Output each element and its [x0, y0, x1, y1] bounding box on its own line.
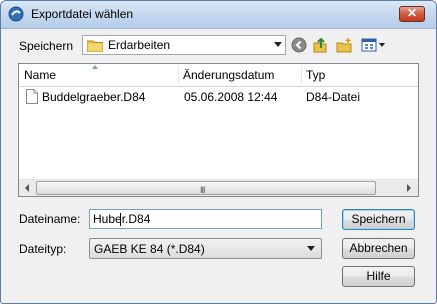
- lookin-value: Erdarbeiten: [108, 38, 171, 52]
- window-title: Exportdatei wählen: [31, 7, 134, 21]
- close-icon: ✕: [406, 6, 418, 20]
- horizontal-scrollbar[interactable]: III: [19, 179, 418, 196]
- back-icon: [291, 37, 307, 53]
- filetype-value: GAEB KE 84 (*.D84): [94, 242, 205, 256]
- view-menu-icon: [361, 38, 385, 52]
- file-name: Buddelgraeber.D84: [42, 90, 146, 104]
- scroll-thumb[interactable]: III: [36, 181, 376, 195]
- view-menu-button[interactable]: [360, 35, 387, 55]
- column-type-label: Typ: [306, 68, 326, 82]
- column-date-label: Änderungsdatum: [183, 68, 275, 82]
- export-dialog: Exportdatei wählen ✕ Speichern Erdarbeit…: [0, 0, 437, 304]
- filetype-label: Dateityp:: [19, 242, 67, 256]
- column-header: Name Änderungsdatum Typ: [19, 64, 418, 87]
- help-button[interactable]: Hilfe: [342, 266, 415, 287]
- new-folder-icon: [336, 38, 352, 53]
- filename-label: Dateiname:: [19, 212, 81, 226]
- scroll-right-button[interactable]: [401, 180, 418, 196]
- filename-input[interactable]: Huber.D84: [89, 209, 322, 229]
- lookin-label: Speichern: [19, 39, 74, 53]
- chevron-left-icon: [25, 184, 29, 192]
- filetype-select[interactable]: GAEB KE 84 (*.D84): [89, 238, 322, 259]
- folder-icon: [87, 40, 103, 52]
- chevron-down-icon: [274, 42, 282, 47]
- text-caret: [120, 213, 121, 226]
- back-button[interactable]: [290, 35, 308, 55]
- sort-ascending-icon: [92, 65, 98, 69]
- new-folder-button[interactable]: [335, 35, 353, 55]
- title-bar[interactable]: Exportdatei wählen ✕: [1, 1, 436, 29]
- column-date[interactable]: Änderungsdatum: [178, 64, 301, 86]
- up-folder-button[interactable]: [311, 35, 329, 55]
- app-icon: [8, 6, 24, 22]
- file-list[interactable]: Name Änderungsdatum Typ Buddelgraeber.D8…: [18, 63, 419, 197]
- chevron-right-icon: [407, 184, 411, 192]
- up-folder-icon: [313, 37, 327, 53]
- column-name-label: Name: [24, 68, 57, 82]
- cancel-button[interactable]: Abbrechen: [342, 238, 415, 259]
- file-type: D84-Datei: [306, 90, 361, 104]
- lookin-combo[interactable]: Erdarbeiten: [82, 35, 286, 55]
- close-button[interactable]: ✕: [399, 6, 425, 22]
- column-type[interactable]: Typ: [301, 64, 418, 86]
- column-name[interactable]: Name: [19, 64, 178, 86]
- scroll-grip: III: [200, 185, 205, 195]
- file-icon: [26, 89, 38, 104]
- filename-value: Huber.D84: [93, 212, 151, 226]
- file-date: 05.06.2008 12:44: [184, 90, 278, 104]
- save-button[interactable]: Speichern: [342, 209, 415, 230]
- scroll-left-button[interactable]: [19, 180, 36, 196]
- chevron-down-icon: [307, 246, 315, 251]
- list-item[interactable]: Buddelgraeber.D84 05.06.2008 12:44 D84-D…: [19, 87, 418, 107]
